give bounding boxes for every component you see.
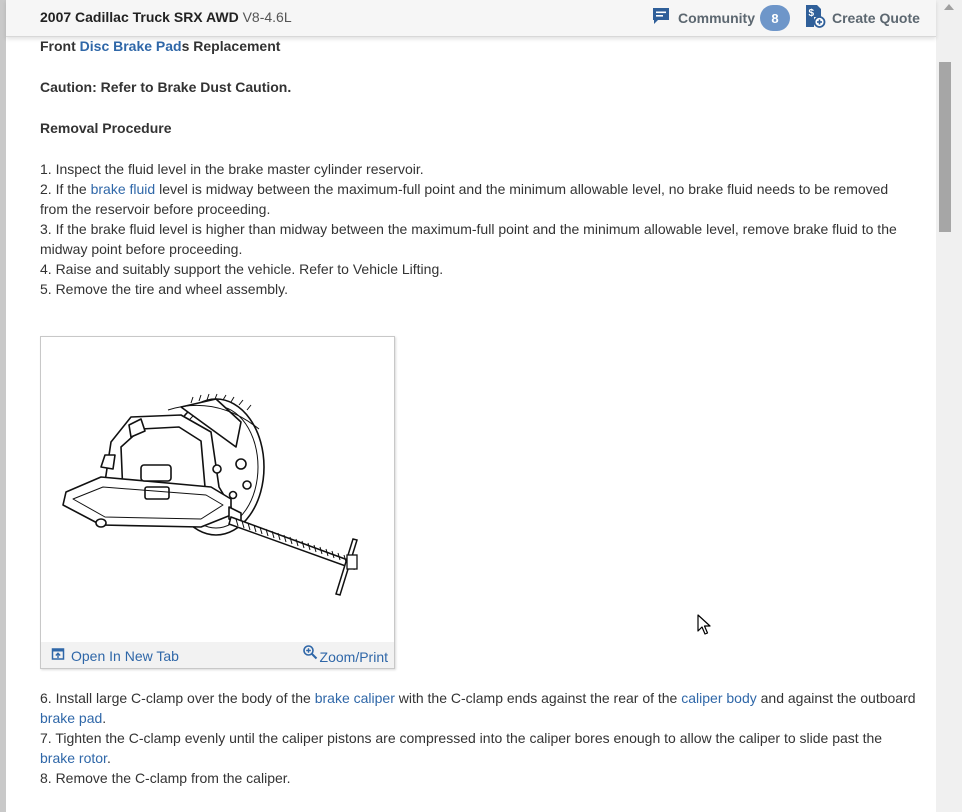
brake-caliper-illustration (62, 393, 358, 596)
step-6-text-a: 6. Install large C-clamp over the body o… (40, 690, 315, 706)
step-6-text-b: with the C-clamp ends against the rear o… (394, 690, 682, 706)
create-quote-label: Create Quote (832, 10, 920, 26)
step-7-text-b: . (106, 750, 111, 766)
top-header-bar: 2007 Cadillac Truck SRX AWD V8-4.6L Comm… (6, 0, 936, 37)
removal-steps-continued: 6. Install large C-clamp over the body o… (40, 688, 920, 788)
step-4: 4. Raise and suitably support the vehicl… (40, 261, 444, 277)
disc-brake-pad-link[interactable]: Disc Brake Pad (80, 38, 182, 54)
window-left-edge (0, 0, 6, 812)
brake-caliper-figure: Open In New Tab Zoom/Print (40, 336, 395, 669)
vertical-scrollbar[interactable] (936, 0, 962, 812)
brake-fluid-link[interactable]: brake fluid (91, 181, 156, 197)
title-prefix: Front (40, 38, 80, 54)
create-quote-button[interactable]: $ Create Quote (804, 4, 920, 32)
vehicle-engine: V8-4.6L (242, 9, 292, 25)
removal-steps: 1. Inspect the fluid level in the brake … (40, 159, 920, 299)
open-in-new-tab-label: Open In New Tab (71, 648, 179, 664)
brake-pad-link[interactable]: brake pad (40, 710, 102, 726)
step-3: 3. If the brake fluid level is higher th… (40, 221, 897, 257)
caliper-body-link[interactable]: caliper body (681, 690, 757, 706)
step-1: 1. Inspect the fluid level in the brake … (40, 161, 424, 177)
figure-toolbar: Open In New Tab Zoom/Print (41, 642, 394, 668)
step-2-text-a: 2. If the (40, 181, 91, 197)
mouse-pointer-icon (697, 614, 711, 641)
article-content: Front Disc Brake Pads Replacement Cautio… (40, 36, 920, 786)
magnifier-plus-icon (302, 644, 318, 665)
step-2: 2. If the brake fluid level is midway be… (40, 179, 920, 219)
open-in-new-tab-link[interactable]: Open In New Tab (51, 646, 179, 666)
step-6: 6. Install large C-clamp over the body o… (40, 688, 920, 728)
step-6-text-d: . (102, 710, 107, 726)
step-8: 8. Remove the C-clamp from the caliper. (40, 770, 291, 786)
step-7-text-a: 7. Tighten the C-clamp evenly until the … (40, 730, 883, 746)
dollar-document-icon: $ (804, 4, 826, 33)
article-title: Front Disc Brake Pads Replacement (40, 36, 920, 56)
chat-bubble-icon (652, 7, 670, 30)
step-5: 5. Remove the tire and wheel assembly. (40, 281, 288, 297)
zoom-print-link[interactable]: Zoom/Print (302, 642, 388, 667)
community-count-badge: 8 (760, 5, 790, 31)
zoom-print-label: Zoom/Print (319, 649, 388, 665)
title-suffix: s Replacement (181, 38, 281, 54)
section-heading: Removal Procedure (40, 120, 172, 136)
svg-text:$: $ (809, 8, 815, 19)
caution-note: Caution: Refer to Brake Dust Caution. (40, 79, 292, 95)
community-label: Community (678, 10, 755, 26)
vehicle-name: 2007 Cadillac Truck SRX AWD (40, 9, 239, 25)
scroll-thumb[interactable] (939, 62, 951, 232)
brake-rotor-link[interactable]: brake rotor (40, 750, 107, 766)
step-6-text-c: and against the outboard (756, 690, 916, 706)
c-clamp-screw (228, 516, 358, 596)
step-7: 7. Tighten the C-clamp evenly until the … (40, 728, 920, 768)
brake-caliper-link[interactable]: brake caliper (315, 690, 395, 706)
scroll-up-arrow-icon[interactable] (944, 4, 954, 10)
community-button[interactable]: Community 8 (652, 4, 790, 32)
open-new-tab-icon (51, 646, 65, 666)
step-2-text-b: level is midway between the maximum-full… (40, 181, 889, 217)
vehicle-title: 2007 Cadillac Truck SRX AWD V8-4.6L (40, 9, 292, 25)
